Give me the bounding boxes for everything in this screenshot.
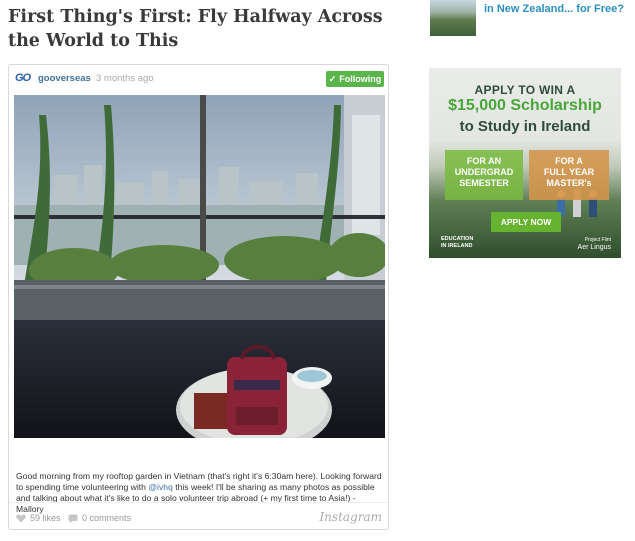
undergrad-line-2: UNDERGRAD: [454, 167, 514, 177]
instagram-embed: GO gooverseas · 3 months ago ✓ Following: [8, 64, 389, 530]
logo2-line-2: Aer Lingus: [577, 244, 611, 251]
rooftop-garden-photo: [14, 95, 385, 438]
following-label: Following: [339, 74, 382, 84]
likes-count[interactable]: 59 likes: [16, 513, 61, 523]
logo1-line-2: IN IRELAND: [441, 243, 473, 249]
ad-headline-2: $15,000 Scholarship: [448, 97, 602, 114]
post-time[interactable]: 3 months ago: [96, 73, 154, 84]
apply-now-button[interactable]: APPLY NOW: [491, 212, 561, 232]
masters-line-1: FOR A: [555, 156, 583, 166]
instagram-logo[interactable]: Instagram: [319, 510, 382, 524]
aer-lingus-logo: Project Flint Aer Lingus: [578, 236, 611, 252]
undergrad-line-1: FOR AN: [466, 156, 502, 166]
masters-line-2: FULL YEAR: [543, 167, 595, 177]
check-icon: ✓: [328, 73, 337, 84]
post-caption: Good morning from my rooftop garden in V…: [16, 471, 384, 515]
logo2-line-1: Project Flint: [584, 237, 611, 243]
ad-headline-1: APPLY TO WIN A: [474, 83, 576, 97]
separator-dot: ·: [88, 72, 92, 83]
related-article-link[interactable]: in New Zealand... for Free?: [430, 0, 635, 38]
logo1-line-1: EDUCATION: [441, 236, 474, 242]
masters-line-3: MASTER's: [546, 178, 592, 188]
related-article-title[interactable]: in New Zealand... for Free?: [484, 2, 624, 16]
related-article-thumbnail[interactable]: [430, 0, 476, 36]
likes-label: 59 likes: [30, 513, 61, 523]
comment-icon: [68, 514, 78, 523]
masters-option[interactable]: FOR A FULL YEAR MASTER's: [529, 150, 609, 200]
undergrad-line-3: SEMESTER: [459, 178, 509, 188]
heart-icon: [16, 514, 26, 522]
footer-divider: [9, 502, 388, 503]
article-title[interactable]: First Thing's First: Fly Halfway Across …: [8, 5, 388, 53]
account-avatar[interactable]: GO: [15, 72, 33, 85]
account-username[interactable]: gooverseas: [38, 73, 91, 84]
ad-headline-3: to Study in Ireland: [459, 118, 591, 135]
following-button[interactable]: ✓ Following: [326, 71, 384, 87]
comments-label: 0 comments: [82, 513, 132, 523]
comments-count[interactable]: 0 comments: [68, 513, 131, 523]
scholarship-ad[interactable]: APPLY TO WIN A $15,000 Scholarship to St…: [429, 68, 621, 258]
education-in-ireland-logo: EDUCATION IN IRELAND: [441, 236, 473, 250]
caption-mention-link[interactable]: @ivhq: [148, 482, 173, 492]
post-photo[interactable]: [14, 95, 385, 438]
undergrad-option[interactable]: FOR AN UNDERGRAD SEMESTER: [445, 150, 523, 200]
post-header: GO gooverseas · 3 months ago ✓ Following: [9, 65, 388, 93]
